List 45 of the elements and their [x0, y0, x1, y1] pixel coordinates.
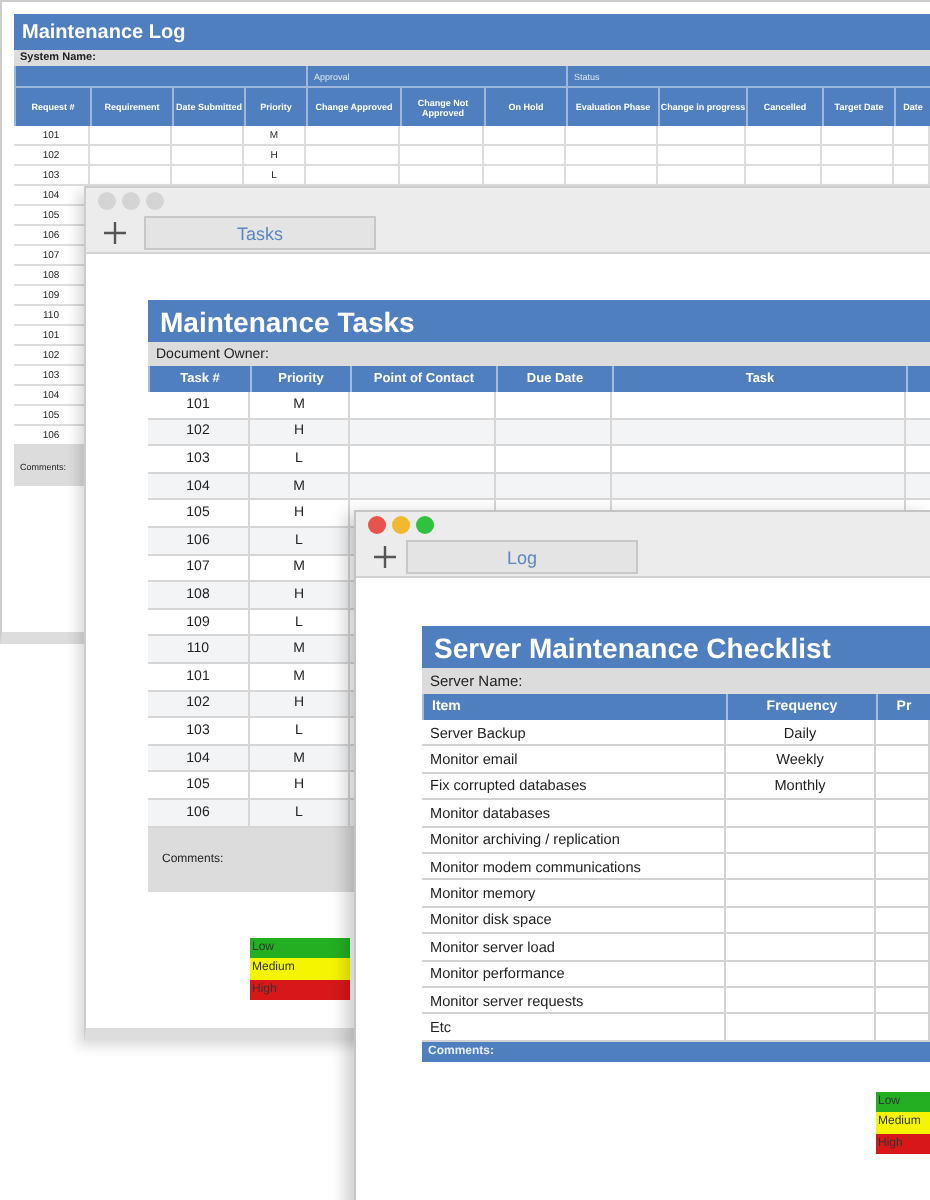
table-cell: [306, 146, 400, 166]
sheet-title: Maintenance Log: [14, 14, 930, 50]
table-cell: [566, 126, 658, 146]
add-icon[interactable]: [374, 546, 396, 568]
table-cell: [876, 934, 930, 962]
table-cell: [876, 746, 930, 774]
zoom-button[interactable]: [416, 516, 434, 534]
table-cell: [400, 126, 484, 146]
table-cell: [894, 146, 930, 166]
table-cell: [658, 126, 746, 146]
sheet-tab[interactable]: Log: [406, 540, 638, 574]
table-cell: [876, 961, 930, 988]
table-cell: [484, 146, 566, 166]
close-button[interactable]: [368, 516, 386, 534]
minimize-button[interactable]: [392, 516, 410, 534]
table-cell: [876, 720, 930, 747]
sheet-tab[interactable]: Tasks: [144, 216, 376, 250]
sheet-title: Server Maintenance Checklist: [422, 626, 930, 668]
table-cell: [566, 146, 658, 166]
table-cell: [876, 800, 930, 828]
table-cell: [876, 827, 930, 854]
table-cell: [876, 987, 930, 1015]
add-icon[interactable]: [104, 222, 126, 244]
table-cell: [746, 146, 822, 166]
table-cell: [90, 146, 172, 166]
table-cell: [658, 146, 746, 166]
sheet-title: Maintenance Tasks: [148, 300, 930, 342]
table-cell: [484, 126, 566, 146]
table-cell: [400, 146, 484, 166]
table-cell: [496, 419, 612, 447]
table-cell: [822, 126, 894, 146]
table-cell: [306, 126, 400, 146]
table-cell: [876, 773, 930, 801]
table-cell: [172, 146, 244, 166]
minimize-button[interactable]: [122, 192, 140, 210]
table-cell: [746, 126, 822, 146]
table-cell: [876, 880, 930, 908]
table-cell: [876, 853, 930, 881]
table-cell: [894, 126, 930, 146]
table-cell: [172, 126, 244, 146]
zoom-button[interactable]: [146, 192, 164, 210]
table-cell: [876, 907, 930, 935]
table-cell: [822, 146, 894, 166]
table-cell: [90, 126, 172, 146]
close-button[interactable]: [98, 192, 116, 210]
